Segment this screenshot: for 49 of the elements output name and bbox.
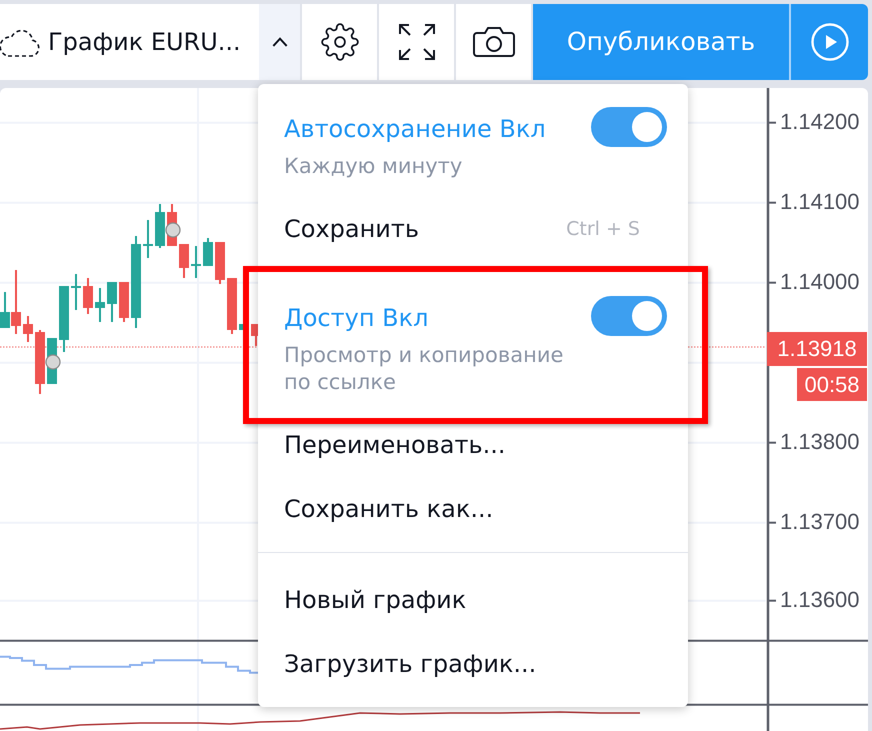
rising-candlestick bbox=[95, 288, 105, 322]
rising-candlestick bbox=[143, 220, 153, 258]
last-price-label: 1.13918 bbox=[767, 332, 867, 366]
price-label: 1.14100 bbox=[780, 189, 860, 215]
rising-candlestick bbox=[191, 246, 201, 278]
camera-button[interactable] bbox=[456, 4, 531, 80]
menu-item-description: Просмотр и копирование по ссылке bbox=[284, 342, 564, 396]
menu-item[interactable]: Сохранить как... bbox=[284, 491, 494, 527]
rising-candlestick bbox=[59, 286, 69, 352]
falling-candlestick bbox=[23, 316, 33, 342]
menu-item[interactable]: Переименовать... bbox=[284, 427, 506, 463]
falling-candlestick bbox=[119, 282, 129, 322]
chart-name-button[interactable]: График EURU... bbox=[0, 4, 259, 80]
rising-candlestick bbox=[203, 238, 213, 266]
settings-button[interactable] bbox=[302, 4, 377, 80]
settings-icon bbox=[320, 23, 358, 61]
falling-candlestick bbox=[179, 244, 189, 278]
menu-item[interactable]: Загрузить график... bbox=[284, 646, 536, 682]
falling-candlestick bbox=[11, 270, 21, 334]
falling-candlestick bbox=[227, 278, 237, 334]
rising-candlestick bbox=[239, 324, 245, 330]
shortcut-label: Ctrl + S bbox=[566, 216, 640, 242]
menu-item[interactable]: Новый график bbox=[284, 582, 466, 618]
toggle-switch[interactable] bbox=[591, 107, 667, 147]
price-label: 1.13800 bbox=[780, 429, 860, 455]
rising-candlestick bbox=[71, 274, 81, 310]
menu-item[interactable]: Сохранить bbox=[284, 211, 419, 247]
fullscreen-button[interactable] bbox=[379, 4, 454, 80]
camera-icon bbox=[472, 26, 514, 58]
menu-item-description: Каждую минуту bbox=[284, 153, 464, 180]
circle-marker-icon bbox=[45, 354, 61, 370]
rising-candlestick bbox=[0, 292, 10, 328]
price-label: 1.14200 bbox=[780, 109, 860, 135]
toggle-switch[interactable] bbox=[591, 296, 667, 336]
countdown-label: 00:58 bbox=[797, 368, 867, 401]
price-label: 1.13700 bbox=[780, 509, 860, 535]
falling-candlestick bbox=[83, 278, 93, 314]
chevron-up-icon bbox=[272, 37, 288, 47]
falling-candlestick bbox=[251, 324, 258, 346]
falling-candlestick bbox=[215, 242, 225, 284]
fullscreen-icon bbox=[398, 24, 434, 60]
play-button[interactable] bbox=[789, 4, 868, 80]
price-label: 1.14000 bbox=[780, 269, 860, 295]
circle-marker-icon bbox=[165, 222, 181, 238]
play-circle-icon bbox=[810, 23, 848, 61]
falling-candlestick bbox=[35, 330, 45, 394]
price-label: 1.13600 bbox=[780, 587, 860, 613]
rising-candlestick bbox=[107, 282, 117, 322]
rising-candlestick bbox=[155, 204, 165, 248]
